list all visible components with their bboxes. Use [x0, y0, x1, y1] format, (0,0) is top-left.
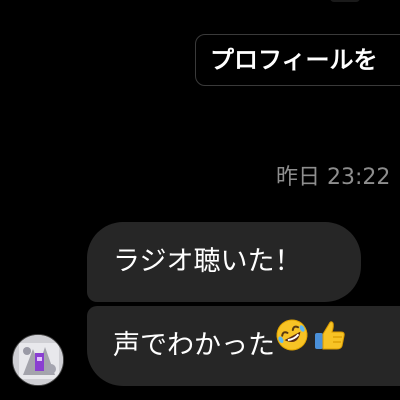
sender-avatar[interactable]: [12, 334, 64, 386]
message-text: ラジオ聴いた！: [113, 246, 302, 277]
message-timestamp: 昨日 23:22: [276, 165, 391, 190]
rolling-on-floor-laughing-icon: [275, 304, 309, 384]
avatar-image: [13, 335, 63, 385]
cut-off-top-element: [330, 0, 360, 2]
message-bubble[interactable]: ラジオ聴いた！: [87, 222, 361, 302]
view-profile-button[interactable]: プロフィールを: [195, 34, 400, 86]
thumbs-up-icon: [313, 304, 347, 384]
message-bubble[interactable]: 声でわかった: [87, 306, 400, 386]
message-text: 声でわかった: [113, 330, 275, 361]
dm-conversation-screen: プロフィールを 昨日 23:22 ラジオ聴いた！ 声でわかった: [0, 0, 400, 400]
